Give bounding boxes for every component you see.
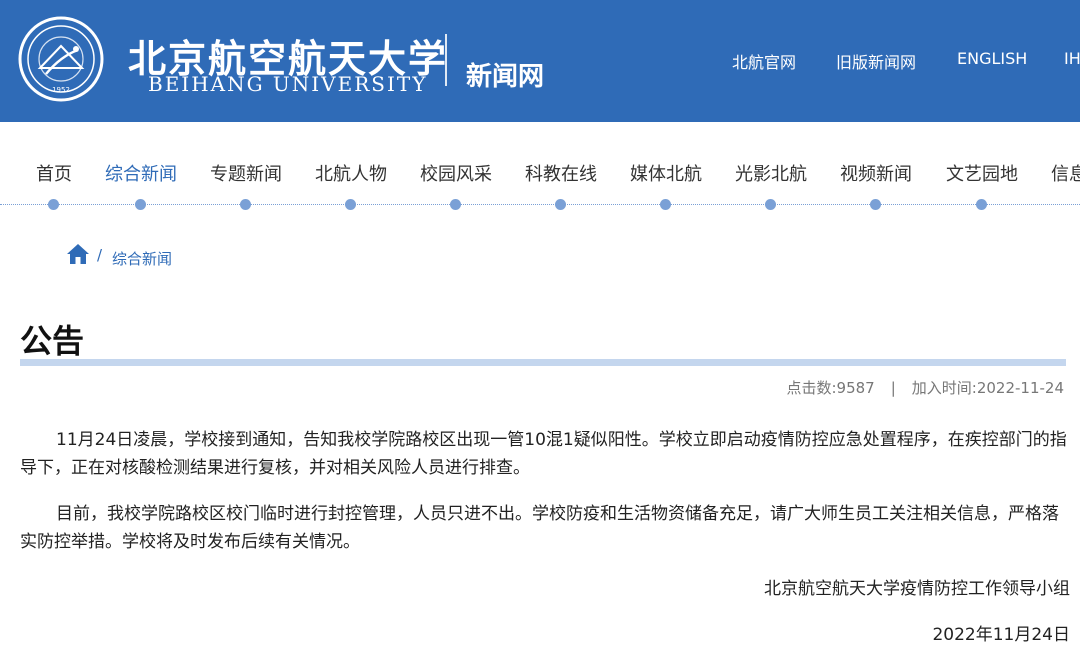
nav-dot	[660, 199, 671, 210]
nav-dot	[555, 199, 566, 210]
link-buaa-home[interactable]: 北航官网	[732, 49, 796, 73]
home-icon[interactable]	[66, 243, 90, 265]
article-paragraph: 目前，我校学院路校区校门临时进行封控管理，人员只进不出。学校防疫和生活物资储备充…	[20, 504, 1059, 552]
nav-item-people[interactable]: 北航人物	[315, 160, 387, 186]
site-header: 1952 北京航空航天大学 BEIHANG UNIVERSITY 新闻网 北航官…	[0, 0, 1080, 122]
nav-item-general-news[interactable]: 综合新闻	[105, 160, 177, 186]
university-seal-icon[interactable]: 1952	[18, 16, 104, 102]
nav-item-special-news[interactable]: 专题新闻	[210, 160, 282, 186]
nav-item-science[interactable]: 科教在线	[525, 160, 597, 186]
nav-item-arts[interactable]: 文艺园地	[946, 160, 1018, 186]
article-title: 公告	[20, 322, 85, 360]
nav-dot	[765, 199, 776, 210]
nav-item-campus[interactable]: 校园风采	[420, 160, 492, 186]
nav-item-photo[interactable]: 光影北航	[735, 160, 807, 186]
svg-text:1952: 1952	[52, 86, 70, 94]
nav-item-media[interactable]: 媒体北航	[630, 160, 702, 186]
nav-dot	[345, 199, 356, 210]
nav-dot	[48, 199, 59, 210]
title-underline	[20, 359, 1066, 366]
article-signature: 北京航空航天大学疫情防控工作领导小组	[764, 579, 1070, 599]
link-more[interactable]: IH	[1064, 49, 1080, 68]
article-meta: 点击数:9587 | 加入时间:2022-11-24	[786, 377, 1064, 398]
nav-dot	[976, 199, 987, 210]
view-count: 点击数:9587	[786, 379, 875, 397]
nav-item-info[interactable]: 信息	[1051, 160, 1080, 186]
publish-date: 加入时间:2022-11-24	[911, 379, 1064, 397]
breadcrumb-separator: /	[97, 246, 103, 264]
nav-dot	[870, 199, 881, 210]
link-old-news[interactable]: 旧版新闻网	[836, 49, 916, 73]
university-name-en: BEIHANG UNIVERSITY	[148, 72, 428, 96]
site-name[interactable]: 新闻网	[466, 56, 544, 93]
main-nav: 首页 综合新闻 专题新闻 北航人物 校园风采 科教在线 媒体北航 光影北航 视频…	[0, 160, 1080, 220]
article-date: 2022年11月24日	[932, 625, 1070, 645]
nav-item-home[interactable]: 首页	[36, 160, 72, 186]
breadcrumb-current[interactable]: 综合新闻	[112, 248, 172, 269]
nav-divider	[0, 204, 1080, 205]
article-paragraph: 11月24日凌晨，学校接到通知，告知我校学院路校区出现一管10混1疑似阳性。学校…	[20, 430, 1067, 478]
logo-divider	[445, 34, 447, 86]
nav-dot	[240, 199, 251, 210]
link-english[interactable]: ENGLISH	[957, 49, 1027, 68]
nav-item-video[interactable]: 视频新闻	[840, 160, 912, 186]
meta-separator: |	[890, 379, 896, 397]
nav-dot	[450, 199, 461, 210]
nav-dot	[135, 199, 146, 210]
